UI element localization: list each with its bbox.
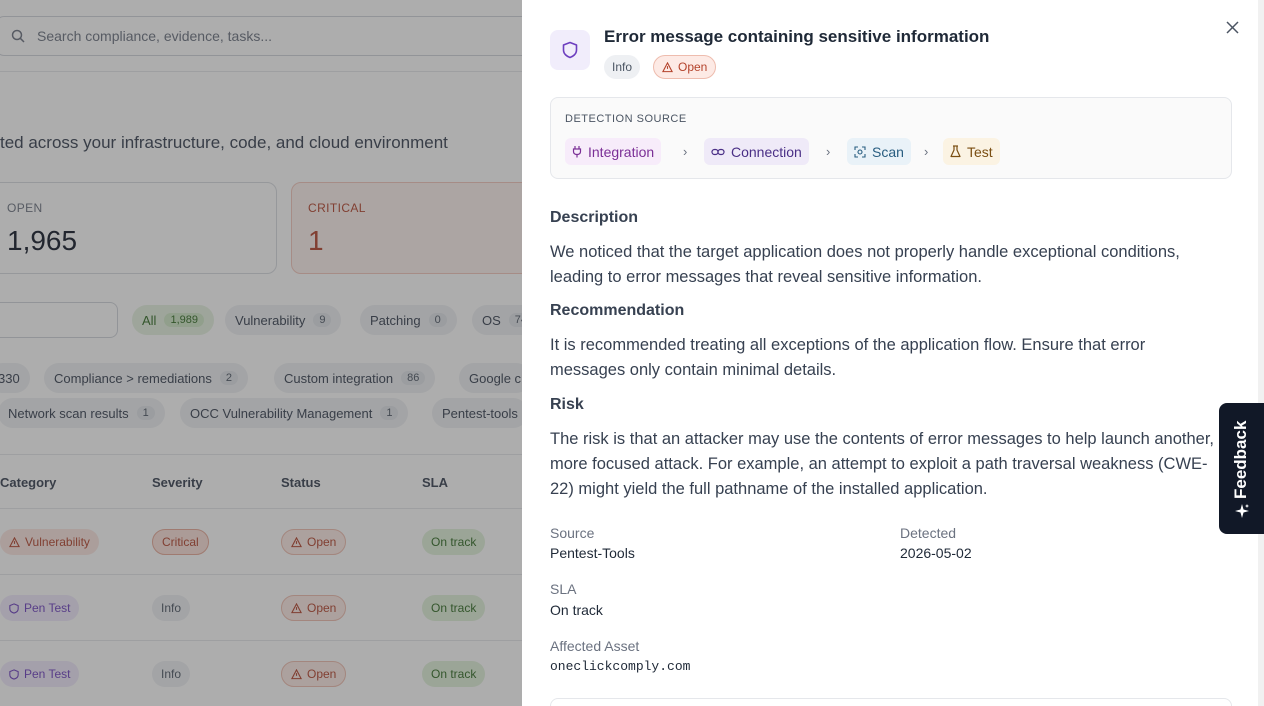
shield-icon bbox=[550, 30, 590, 70]
detection-source-label: DETECTION SOURCE bbox=[565, 113, 687, 125]
chevron-right-icon: › bbox=[924, 144, 929, 159]
close-button[interactable] bbox=[1222, 17, 1242, 37]
source-value: Pentest-Tools bbox=[550, 545, 635, 561]
severity-badge: Info bbox=[604, 55, 641, 79]
chevron-right-icon: › bbox=[683, 144, 688, 159]
source-label: Source bbox=[550, 525, 595, 541]
feedback-label: Feedback bbox=[1231, 420, 1250, 499]
sla-value: On track bbox=[550, 602, 603, 618]
plug-icon bbox=[572, 146, 582, 158]
link-icon bbox=[711, 148, 725, 155]
affected-asset-label: Affected Asset bbox=[550, 638, 640, 654]
recommendation-heading: Recommendation bbox=[550, 302, 685, 319]
flask-icon bbox=[950, 145, 961, 158]
finding-detail-drawer: Error message containing sensitive infor… bbox=[522, 0, 1264, 706]
breadcrumb-scan[interactable]: Scan bbox=[847, 138, 911, 165]
detected-label: Detected bbox=[900, 525, 957, 541]
status-badge: Open bbox=[653, 55, 717, 79]
description-text: We noticed that the target application d… bbox=[550, 243, 1180, 286]
finding-title: Error message containing sensitive infor… bbox=[604, 27, 990, 46]
description-heading: Description bbox=[550, 209, 639, 226]
next-section-card bbox=[550, 698, 1232, 706]
risk-heading: Risk bbox=[550, 396, 584, 413]
sparkle-icon bbox=[1235, 504, 1249, 518]
breadcrumb-integration[interactable]: Integration bbox=[565, 138, 662, 165]
recommendation-text: It is recommended treating all exception… bbox=[550, 336, 1146, 379]
breadcrumb-test[interactable]: Test bbox=[943, 138, 1000, 165]
detected-value: 2026-05-02 bbox=[900, 545, 972, 561]
chevron-right-icon: › bbox=[826, 144, 831, 159]
feedback-button[interactable]: Feedback bbox=[1219, 403, 1264, 534]
sla-label: SLA bbox=[550, 581, 577, 597]
warning-triangle-icon bbox=[662, 61, 673, 72]
scrollbar[interactable] bbox=[1258, 0, 1264, 706]
close-icon bbox=[1225, 20, 1239, 34]
breadcrumb-connection[interactable]: Connection bbox=[704, 138, 809, 165]
scan-icon bbox=[854, 145, 866, 158]
affected-asset-value: oneclickcomply.com bbox=[550, 659, 691, 674]
risk-text: The risk is that an attacker may use the… bbox=[550, 430, 1215, 498]
detection-source-panel: DETECTION SOURCE Integration › Connectio… bbox=[550, 97, 1232, 179]
